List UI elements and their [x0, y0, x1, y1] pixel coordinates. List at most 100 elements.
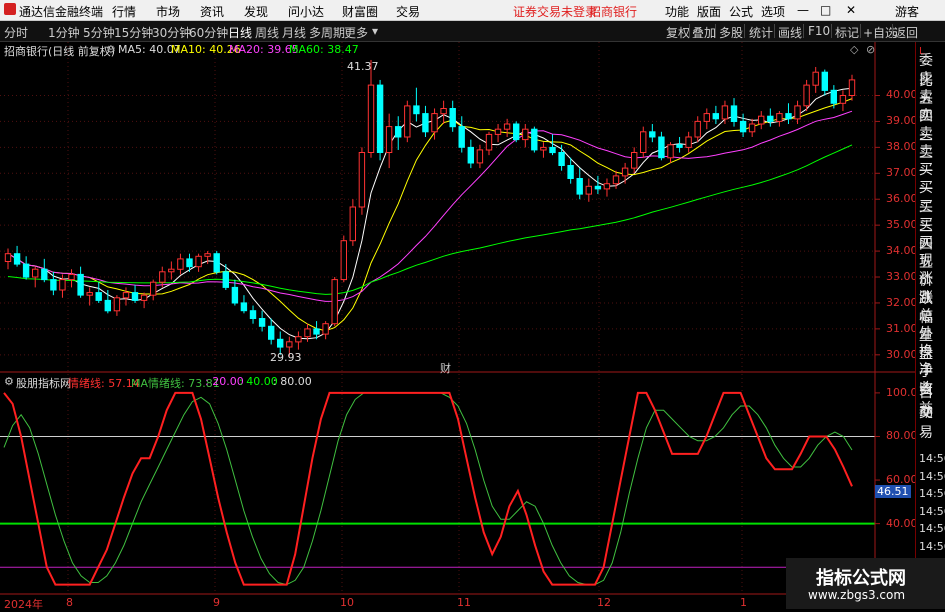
- trade-time: 14:56: [919, 487, 945, 500]
- tool-huaxian[interactable]: 画线: [778, 24, 802, 41]
- period-weekly[interactable]: 周线: [255, 24, 279, 41]
- tool-f10[interactable]: F10: [808, 24, 830, 38]
- panel-item-jiaoyi[interactable]: 交易: [919, 402, 945, 442]
- tool-biaoji[interactable]: 标记: [835, 24, 859, 41]
- site-watermark: 指标公式网 www.zbgs3.com: [786, 558, 945, 609]
- candle-body: [667, 144, 674, 159]
- candle-body: [131, 292, 139, 301]
- options-icon[interactable]: ⊘: [866, 43, 875, 56]
- indicator-grid: [0, 392, 880, 568]
- indicator-gear-icon[interactable]: ⚙: [4, 375, 14, 388]
- level80-label: : 80.00: [273, 375, 312, 388]
- ma-line-ma60: [7, 144, 853, 295]
- period-15min[interactable]: 15分钟: [114, 24, 153, 41]
- x-axis-label: 8: [66, 596, 73, 609]
- login-status[interactable]: 证券交易未登录: [513, 3, 597, 20]
- candle-body: [13, 253, 21, 265]
- candle-body: [603, 183, 611, 190]
- settings-gear-icon[interactable]: ⚙: [106, 43, 116, 56]
- period-monthly[interactable]: 月线: [282, 24, 306, 41]
- candle-body: [4, 253, 12, 262]
- indicator-line: [3, 391, 853, 586]
- candle-body: [830, 89, 837, 104]
- low-price-label: 29.93: [270, 351, 302, 364]
- menu-caifuquan[interactable]: 财富圈: [342, 3, 378, 20]
- candle-body: [494, 128, 502, 135]
- candle-body: [150, 281, 157, 296]
- candle-body: [576, 178, 583, 195]
- candle-body: [812, 71, 819, 86]
- period-5min[interactable]: 5分钟: [83, 24, 115, 41]
- menu-gongshi[interactable]: 公式: [729, 3, 753, 20]
- candle-body: [621, 167, 629, 177]
- candle-body: [585, 185, 592, 195]
- candlestick-series: [4, 59, 856, 357]
- menu-wenxiaoda[interactable]: 问小达: [288, 3, 324, 20]
- tool-duogu[interactable]: 多股: [719, 24, 743, 41]
- toolbar-divider: [689, 24, 690, 38]
- period-more[interactable]: 更多: [344, 24, 368, 41]
- candle-body: [113, 297, 121, 312]
- event-marker[interactable]: 财: [440, 360, 451, 376]
- toolbar-divider: [744, 24, 745, 38]
- candle-body: [95, 292, 102, 301]
- tool-fuquan[interactable]: 复权: [666, 24, 690, 41]
- menu-faxian[interactable]: 发现: [244, 3, 268, 20]
- candle-body: [848, 79, 856, 97]
- candle-body: [395, 126, 402, 138]
- tool-back[interactable]: 返回: [894, 24, 918, 41]
- menu-gongneng[interactable]: 功能: [665, 3, 689, 20]
- toolbar-divider: [715, 24, 716, 38]
- period-daily[interactable]: 日线: [228, 24, 252, 41]
- stock-name-title: 招商银行: [589, 5, 638, 19]
- quote-panel: L 委比 卖五 卖四 卖三 卖二 卖一 买一 买二 买三 买四 买五 现价 涨跌 涨幅 总量 外盘 换手 净资 收益…: [915, 42, 945, 609]
- diamond-icon[interactable]: ◇: [850, 43, 858, 56]
- tool-diejia[interactable]: 叠加: [692, 24, 716, 41]
- candle-body: [467, 146, 475, 164]
- candle-body: [331, 279, 338, 325]
- chart-area[interactable]: [0, 42, 915, 609]
- period-multi[interactable]: 多周期: [309, 24, 345, 41]
- restore-icon[interactable]: □: [820, 3, 831, 17]
- candle-body: [32, 268, 39, 278]
- indicator-line: [3, 392, 853, 586]
- menu-hangqing[interactable]: 行情: [112, 3, 136, 20]
- main-y-tick: 34.00: [886, 244, 918, 258]
- menu-xuanxiang[interactable]: 选项: [761, 3, 785, 20]
- candle-body: [594, 185, 602, 190]
- indicator-y-tick: 100.0: [886, 385, 918, 399]
- candle-body: [295, 336, 302, 343]
- main-y-tick: 40.00: [886, 88, 918, 102]
- minimize-icon[interactable]: —: [797, 3, 809, 17]
- period-more-arrow-icon[interactable]: ▾: [372, 24, 378, 38]
- candle-body: [50, 279, 57, 291]
- candle-body: [204, 253, 211, 257]
- main-y-tick: 31.00: [886, 321, 918, 335]
- candle-body: [195, 255, 202, 268]
- candle-body: [758, 115, 765, 125]
- period-30min[interactable]: 30分钟: [152, 24, 191, 41]
- candle-body: [476, 149, 484, 164]
- candle-body: [721, 105, 729, 120]
- indicator-y-tick: 40.00: [886, 516, 918, 530]
- main-y-tick: 36.00: [886, 192, 918, 206]
- period-1min[interactable]: 1分钟: [48, 24, 80, 41]
- toolbar-divider: [774, 24, 775, 38]
- candle-body: [839, 95, 847, 104]
- period-60min[interactable]: 60分钟: [189, 24, 228, 41]
- tool-tongji[interactable]: 统计: [749, 24, 773, 41]
- menu-jiaoyi[interactable]: 交易: [396, 3, 420, 20]
- close-icon[interactable]: ✕: [846, 3, 856, 17]
- menu-banmian[interactable]: 版面: [697, 3, 721, 20]
- candle-body: [422, 113, 429, 133]
- level20-label: : 20.00: [205, 375, 244, 388]
- user-label[interactable]: 游客: [895, 3, 919, 20]
- candle-body: [168, 268, 175, 273]
- menu-shichang[interactable]: 市场: [156, 3, 180, 20]
- candle-body: [122, 292, 130, 299]
- cursor-value-badge: 46.51: [875, 485, 911, 498]
- period-fenshi[interactable]: 分时: [4, 24, 28, 41]
- main-chart-title: 招商银行(日线 前复权): [4, 45, 116, 58]
- menu-zixun[interactable]: 资讯: [200, 3, 224, 20]
- candle-body: [703, 113, 710, 122]
